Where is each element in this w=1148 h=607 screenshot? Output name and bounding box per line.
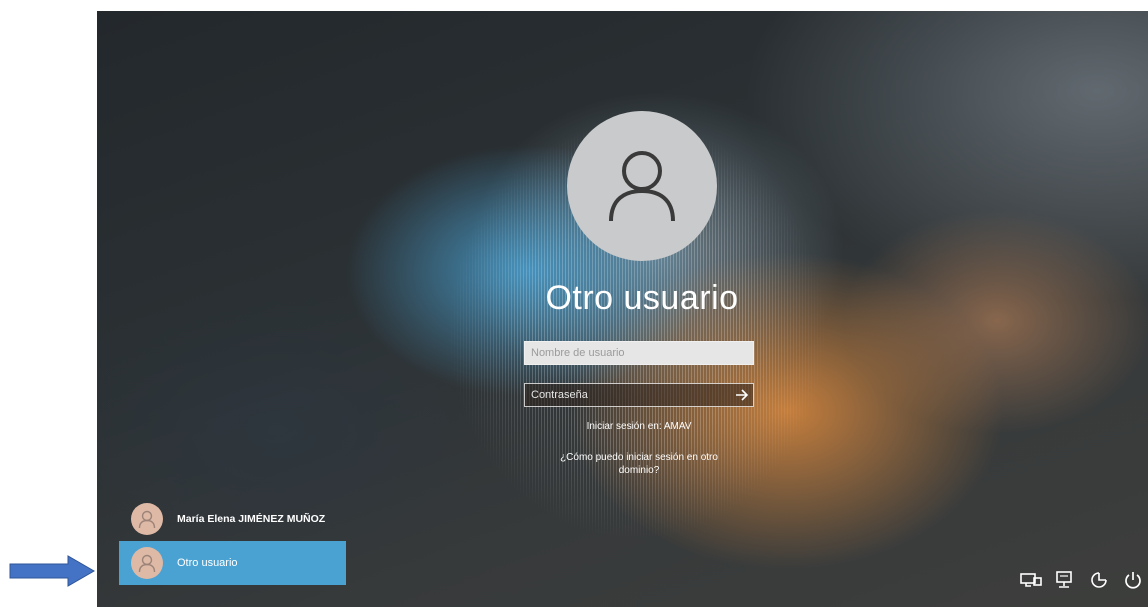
username-field[interactable]: Nombre de usuario xyxy=(524,341,754,365)
user-avatar xyxy=(131,503,163,535)
page: Otro usuario Nombre de usuario Contraseñ… xyxy=(0,0,1148,607)
user-icon xyxy=(138,554,156,573)
sign-in-domain-text: Iniciar sesión en: AMAV xyxy=(586,421,692,432)
lock-screen: Otro usuario Nombre de usuario Contraseñ… xyxy=(97,11,1148,607)
other-domain-link[interactable]: ¿Cómo puedo iniciar sesión en otro domin… xyxy=(544,451,734,477)
large-user-avatar xyxy=(567,111,717,261)
network-icon[interactable] xyxy=(1054,569,1076,591)
user-list-name: Otro usuario xyxy=(177,557,238,569)
user-icon xyxy=(138,510,156,529)
arrow-right-icon xyxy=(736,389,749,401)
network-connection-icon[interactable] xyxy=(1020,569,1042,591)
user-icon xyxy=(609,151,675,222)
ease-of-access-icon[interactable] xyxy=(1088,569,1110,591)
power-icon[interactable] xyxy=(1122,569,1144,591)
user-list-item[interactable]: María Elena JIMÉNEZ MUÑOZ xyxy=(119,497,346,541)
pointer-arrow xyxy=(9,555,96,587)
user-list-name: María Elena JIMÉNEZ MUÑOZ xyxy=(177,513,326,525)
user-list-item-selected[interactable]: Otro usuario xyxy=(119,541,346,585)
user-avatar xyxy=(131,547,163,579)
submit-button[interactable] xyxy=(731,384,753,406)
selected-user-name: Otro usuario xyxy=(545,279,739,317)
password-placeholder: Contraseña xyxy=(531,389,588,401)
system-tray xyxy=(1020,569,1144,591)
username-placeholder: Nombre de usuario xyxy=(531,347,625,359)
password-field[interactable]: Contraseña xyxy=(524,383,754,407)
